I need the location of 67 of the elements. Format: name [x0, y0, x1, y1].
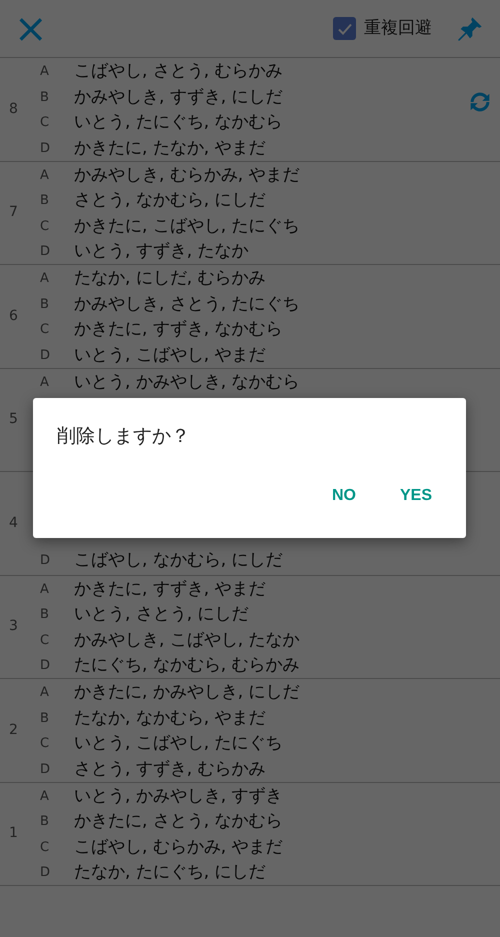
line-letter: B — [39, 813, 50, 831]
name-list: たにぐち, なかむら, むらかみ — [74, 653, 300, 678]
name-list: こばやし, なかむら, にしだ — [74, 548, 283, 574]
line-letter: A — [39, 166, 50, 184]
group-number: 4 — [8, 514, 19, 533]
no-button[interactable]: NO — [322, 478, 366, 514]
line-letter: C — [39, 321, 50, 339]
name-list: かきたに, かみやしき, にしだ — [74, 680, 300, 706]
name-list: さとう, すずき, むらかみ — [74, 756, 266, 782]
dialog-message: 削除しますか？ — [56, 424, 191, 449]
line-letter: D — [39, 346, 52, 364]
name-list: たなか, にしだ, むらかみ — [74, 266, 266, 292]
name-list: こばやし, むらかみ, やまだ — [74, 834, 283, 860]
line-letter: B — [39, 192, 50, 210]
group-number: 3 — [8, 617, 19, 636]
group-number: 6 — [8, 306, 19, 326]
name-list: いとう, すずき, たなか — [74, 239, 249, 264]
line-letter: D — [39, 657, 52, 675]
line-letter: B — [39, 710, 50, 728]
name-list: たなか, たにぐち, にしだ — [74, 860, 266, 886]
yes-button[interactable]: YES — [390, 478, 442, 514]
name-list: いとう, かみやしき, すずき — [74, 784, 283, 809]
name-list: こばやし, さとう, むらかみ — [74, 59, 283, 84]
name-list: たなか, なかむら, やまだ — [74, 706, 266, 731]
name-list: かみやしき, さとう, たにぐち — [74, 292, 300, 317]
checkbox-label: 重複回避 — [364, 16, 432, 40]
group-number: 8 — [8, 100, 19, 119]
name-list: かきたに, すずき, やまだ — [74, 576, 266, 602]
name-list: いとう, たにぐち, なかむら — [74, 110, 283, 136]
line-letter: D — [39, 243, 52, 261]
name-list: かきたに, すずき, なかむら — [74, 317, 283, 342]
name-list: さとう, なかむら, にしだ — [74, 188, 266, 214]
pin-icon[interactable] — [456, 14, 484, 42]
line-letter: A — [39, 580, 50, 598]
group-number: 1 — [8, 824, 19, 844]
line-letter: D — [39, 140, 52, 158]
name-list: いとう, こばやし, やまだ — [74, 342, 266, 368]
name-list: いとう, さとう, にしだ — [74, 602, 249, 628]
line-letter: A — [39, 684, 50, 702]
group-number: 5 — [8, 410, 19, 430]
line-letter: C — [39, 735, 50, 753]
checkbox[interactable] — [333, 17, 356, 40]
line-letter: A — [39, 63, 50, 81]
close-button[interactable]: × — [8, 8, 54, 48]
line-letter: C — [39, 114, 50, 132]
line-letter: C — [39, 838, 50, 856]
name-list: かきたに, こばやし, たにぐち — [74, 214, 300, 239]
name-list: いとう, かみやしき, なかむら — [74, 370, 300, 396]
line-letter: A — [39, 374, 50, 392]
name-list: かみやしき, すずき, にしだ — [74, 84, 283, 110]
group-number: 7 — [8, 203, 19, 222]
line-letter: C — [39, 632, 50, 650]
line-letter: D — [39, 760, 52, 778]
name-list: かみやしき, こばやし, たなか — [74, 628, 300, 653]
line-letter: A — [39, 270, 50, 288]
line-letter: B — [39, 606, 50, 624]
line-letter: B — [39, 296, 50, 314]
line-letter: A — [39, 788, 50, 806]
name-list: いとう, こばやし, たにぐち — [74, 731, 283, 756]
line-letter: B — [39, 88, 50, 106]
line-letter: D — [39, 552, 52, 570]
name-list: かきたに, さとう, なかむら — [74, 809, 283, 834]
line-letter: D — [39, 864, 52, 882]
name-list: かみやしき, むらかみ, やまだ — [74, 162, 300, 188]
group-number: 2 — [8, 720, 19, 740]
name-list: かきたに, たなか, やまだ — [74, 136, 266, 161]
line-letter: C — [39, 218, 50, 236]
